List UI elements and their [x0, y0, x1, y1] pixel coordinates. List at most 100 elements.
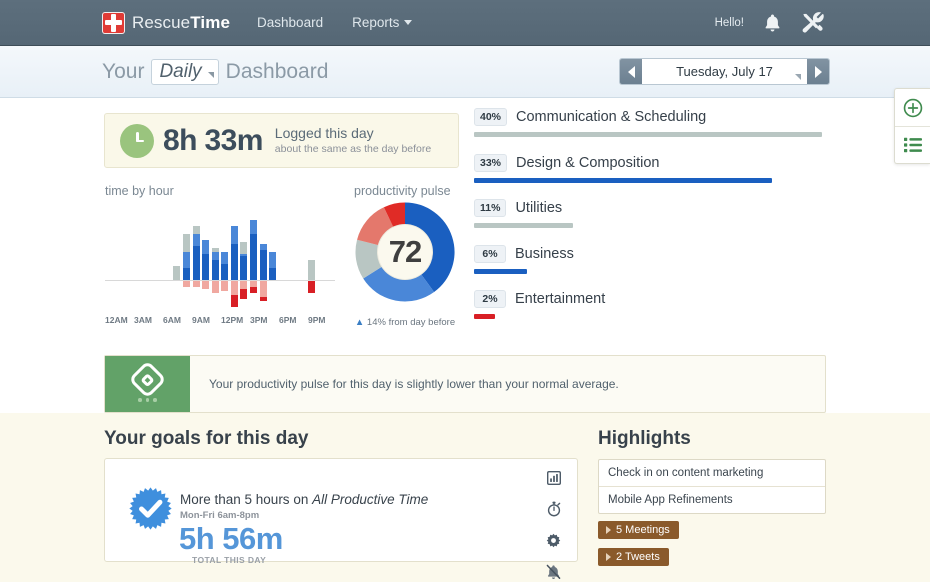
gear-icon[interactable] — [546, 533, 561, 553]
goal-title-prefix: More than 5 hours on — [180, 492, 312, 507]
category-item[interactable]: 40%Communication & Scheduling — [474, 108, 829, 137]
highlight-list-item[interactable]: Mobile App Refinements — [599, 486, 825, 513]
chart-bar-negative — [202, 281, 209, 289]
category-bar-fill — [474, 223, 573, 228]
category-name: Design & Composition — [516, 155, 659, 171]
nav-link-reports[interactable]: Reports — [350, 11, 414, 34]
chart-bar-positive — [308, 260, 315, 280]
category-header: 40%Communication & Scheduling — [474, 108, 829, 126]
brand-name-second: Time — [190, 13, 230, 32]
chart-bar-positive — [250, 220, 257, 280]
greeting-text: Hello! — [715, 17, 744, 29]
delta-up-arrow-icon: ▲ — [355, 317, 364, 328]
chevron-left-icon — [628, 66, 635, 78]
insight-text: Your productivity pulse for this day is … — [190, 356, 825, 412]
logged-time-banner: 8h 33m Logged this day about the same as… — [104, 113, 459, 168]
goal-amount: 5h 56m — [179, 521, 283, 557]
chart-bar-positive — [202, 240, 209, 280]
category-item[interactable]: 33%Design & Composition — [474, 154, 829, 183]
chart-bar-positive — [231, 226, 238, 280]
chart-bar-positive — [221, 252, 228, 280]
page-title-prefix: Your — [102, 60, 144, 84]
chart-tick-label: 9AM — [192, 315, 221, 325]
goal-title: More than 5 hours on All Productive Time — [180, 492, 428, 507]
category-header: 33%Design & Composition — [474, 154, 829, 172]
chart-bar-positive — [183, 234, 190, 280]
category-bar-track — [474, 314, 829, 319]
chart-bar-negative — [308, 281, 315, 293]
productivity-pulse-delta: ▲ 14% from day before — [330, 317, 480, 328]
category-item[interactable]: 6% Business — [474, 245, 829, 274]
category-bar-track — [474, 178, 829, 183]
category-bar-track — [474, 223, 829, 228]
time-by-hour-tick-labels: 12AM3AM6AM9AM12PM3PM6PM9PM — [105, 315, 337, 325]
productivity-pulse-title: productivity pulse — [354, 184, 451, 198]
productivity-pulse-score: 72 — [378, 225, 432, 279]
date-next-button[interactable] — [807, 58, 829, 85]
category-bar-fill — [474, 132, 822, 137]
donut-segment — [389, 214, 405, 218]
category-bar-track — [474, 269, 829, 274]
chart-tick-label: 6AM — [163, 315, 192, 325]
chevron-right-icon — [815, 66, 822, 78]
brand-logo[interactable]: RescueTime — [102, 12, 230, 34]
check-badge-icon — [128, 486, 173, 531]
bell-muted-icon[interactable] — [546, 564, 561, 582]
category-percent: 2% — [474, 290, 506, 308]
category-percent: 40% — [474, 108, 507, 126]
nav-link-dashboard[interactable]: Dashboard — [255, 11, 325, 34]
category-percent: 6% — [474, 245, 506, 263]
highlight-tag-meetings[interactable]: 5 Meetings — [598, 521, 679, 539]
nav-right-group: Hello! — [715, 12, 825, 34]
dashboard-page: RescueTime Dashboard Reports Hello! — [0, 0, 930, 582]
category-name: Business — [515, 246, 574, 262]
category-header: 2%Entertainment — [474, 290, 829, 308]
highlight-tag-tweets[interactable]: 2 Tweets — [598, 548, 669, 566]
period-select[interactable]: Daily — [151, 59, 218, 85]
chart-bar-positive — [269, 252, 276, 280]
page-title-suffix: Dashboard — [226, 60, 329, 84]
goal-amount-caption: TOTAL THIS DAY — [192, 555, 266, 565]
goal-subtitle: Mon-Fri 6am-8pm — [180, 510, 259, 521]
logged-time-line1: Logged this day — [275, 125, 431, 143]
list-icon[interactable] — [895, 126, 930, 163]
date-picker: Tuesday, July 17 — [619, 58, 830, 85]
time-by-hour-chart — [105, 198, 335, 308]
nav-link-reports-label: Reports — [352, 15, 399, 30]
bar-chart-icon[interactable] — [547, 471, 561, 490]
date-display-label: Tuesday, July 17 — [676, 64, 773, 79]
chart-bar-negative — [260, 281, 267, 301]
logged-time-description: Logged this day about the same as the da… — [275, 125, 431, 156]
category-item[interactable]: 2%Entertainment — [474, 290, 829, 319]
period-select-value: Daily — [159, 61, 201, 82]
chart-bar-negative — [250, 281, 257, 293]
chart-bar-positive — [212, 248, 219, 280]
nav-link-dashboard-label: Dashboard — [257, 15, 323, 30]
eye-icon — [105, 356, 190, 412]
productivity-pulse-donut: 72 — [355, 202, 455, 302]
bell-icon[interactable] — [763, 13, 782, 33]
chart-axis-line — [105, 280, 335, 281]
donut-segment — [367, 243, 373, 273]
date-display[interactable]: Tuesday, July 17 — [642, 58, 807, 85]
highlights-list: Check in on content marketingMobile App … — [598, 459, 826, 514]
insight-banner: Your productivity pulse for this day is … — [104, 355, 826, 413]
chart-bar-positive — [240, 242, 247, 280]
time-by-hour-title: time by hour — [105, 184, 174, 198]
category-bar-fill — [474, 269, 527, 274]
date-prev-button[interactable] — [620, 58, 642, 85]
chart-tick-label: 12PM — [221, 315, 250, 325]
category-item[interactable]: 11%Utilities — [474, 199, 829, 228]
highlight-list-item[interactable]: Check in on content marketing — [599, 460, 825, 486]
chart-bar-negative — [193, 281, 200, 287]
chart-bar-negative — [240, 281, 247, 299]
highlight-tag-meetings-label: 5 Meetings — [616, 524, 670, 536]
highlight-tag-tweets-label: 2 Tweets — [616, 551, 660, 563]
goal-card[interactable]: More than 5 hours on All Productive Time… — [104, 458, 578, 562]
stopwatch-icon[interactable] — [547, 501, 561, 522]
plus-circle-icon[interactable] — [895, 89, 930, 126]
eye-icon-pupil — [140, 373, 154, 387]
rescuetime-cross-icon — [102, 12, 125, 34]
tools-icon[interactable] — [801, 12, 825, 34]
chart-bar-positive — [173, 266, 180, 280]
